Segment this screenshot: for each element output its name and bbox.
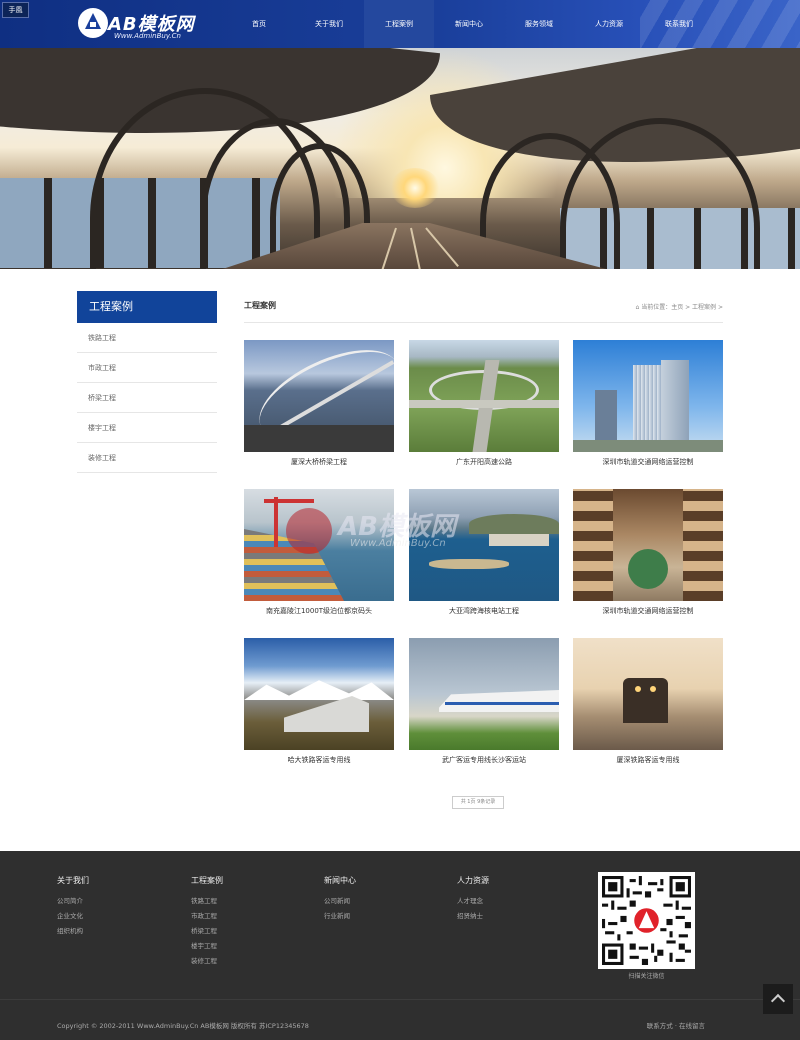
case-title[interactable]: 深圳市轨道交通网络运营控制 <box>573 457 723 467</box>
content-title: 工程案例 <box>244 301 276 310</box>
footer-link[interactable]: 桥梁工程 <box>191 924 223 939</box>
qr-caption: 扫描关注微信 <box>628 973 665 980</box>
case-card[interactable]: 厦深铁路客运专用线 <box>573 638 723 772</box>
footer-link[interactable]: 人才理念 <box>457 894 489 909</box>
back-to-top-button[interactable] <box>763 984 793 1014</box>
case-image-train-fog[interactable] <box>573 638 723 750</box>
case-image-coastal-plant[interactable] <box>409 489 559 601</box>
case-image-bridge[interactable] <box>244 340 394 452</box>
site-footer: 关于我们 公司简介 企业文化 组织机构 工程案例 铁路工程 市政工程 桥梁工程 … <box>0 851 800 1040</box>
footer-col-title: 新闻中心 <box>324 876 356 885</box>
footer-link[interactable]: 楼宇工程 <box>191 939 223 954</box>
case-card[interactable]: 武广客运专用线长沙客运站 <box>409 638 559 772</box>
case-title[interactable]: 深圳市轨道交通网络运营控制 <box>573 606 723 616</box>
sidebar-item-building[interactable]: 楼宇工程 <box>77 413 217 443</box>
hero-banner-image <box>0 48 800 269</box>
case-card[interactable]: 哈大铁路客运专用线 <box>244 638 394 772</box>
footer-link[interactable]: 公司新闻 <box>324 894 356 909</box>
case-card[interactable]: 南充嘉陵江1000T级泊位都京码头 <box>244 489 394 623</box>
footer-link[interactable]: 装修工程 <box>191 954 223 969</box>
content-divider <box>244 322 723 323</box>
qr-code-icon <box>602 876 691 965</box>
sidebar-category-list: 铁路工程 市政工程 桥梁工程 楼宇工程 装修工程 <box>77 323 217 473</box>
case-title[interactable]: 厦深大桥桥梁工程 <box>244 457 394 467</box>
breadcrumb-text[interactable]: 当前位置：主页 > 工程案例 > <box>641 304 723 311</box>
case-card[interactable]: 广东开阳高速公路 <box>409 340 559 474</box>
footer-divider <box>0 999 800 1000</box>
case-image-train-mountain[interactable] <box>244 638 394 750</box>
footer-link[interactable]: 企业文化 <box>57 909 89 924</box>
case-title[interactable]: 南充嘉陵江1000T级泊位都京码头 <box>244 606 394 616</box>
footer-col-about: 关于我们 公司简介 企业文化 组织机构 <box>57 875 89 939</box>
pagination-info[interactable]: 共 1页 9条记录 <box>452 796 504 809</box>
case-image-high-speed-train[interactable] <box>409 638 559 750</box>
footer-col-title: 关于我们 <box>57 876 89 885</box>
nav-about[interactable]: 关于我们 <box>294 0 364 48</box>
nav-cases[interactable]: 工程案例 <box>364 0 434 48</box>
sidebar-item-decoration[interactable]: 装修工程 <box>77 443 217 473</box>
case-title[interactable]: 哈大铁路客运专用线 <box>244 755 394 765</box>
case-image-interior[interactable] <box>573 489 723 601</box>
mobile-menu-button[interactable]: 手風 <box>2 2 29 18</box>
footer-col-news: 新闻中心 公司新闻 行业新闻 <box>324 875 356 924</box>
footer-contact-links[interactable]: 联系方式 · 在线留言 <box>647 1020 705 1030</box>
footer-col-title: 人力资源 <box>457 876 489 885</box>
footer-col-hr: 人力资源 人才理念 招贤纳士 <box>457 875 489 924</box>
nav-news[interactable]: 新闻中心 <box>434 0 504 48</box>
sidebar-title: 工程案例 <box>77 291 217 323</box>
footer-col-cases: 工程案例 铁路工程 市政工程 桥梁工程 楼宇工程 装修工程 <box>191 875 223 969</box>
footer-link[interactable]: 组织机构 <box>57 924 89 939</box>
case-card[interactable]: 深圳市轨道交通网络运营控制 <box>573 489 723 623</box>
breadcrumb[interactable]: ⌂ 当前位置：主页 > 工程案例 > <box>636 302 724 311</box>
sidebar-item-municipal[interactable]: 市政工程 <box>77 353 217 383</box>
nav-services[interactable]: 服务领域 <box>504 0 574 48</box>
nav-contact[interactable]: 联系我们 <box>644 0 714 48</box>
case-title[interactable]: 武广客运专用线长沙客运站 <box>409 755 559 765</box>
nav-hr[interactable]: 人力资源 <box>574 0 644 48</box>
footer-col-title: 工程案例 <box>191 876 223 885</box>
site-header: 手風 AB模板网 Www.AdminBuy.Cn 首页 关于我们 工程案例 新闻… <box>0 0 800 48</box>
wechat-qr-code <box>598 872 695 969</box>
case-card[interactable]: 大亚湾跨海核电站工程 <box>409 489 559 623</box>
footer-link[interactable]: 铁路工程 <box>191 894 223 909</box>
sidebar-item-bridge[interactable]: 桥梁工程 <box>77 383 217 413</box>
footer-link[interactable]: 招贤纳士 <box>457 909 489 924</box>
case-image-highway[interactable] <box>409 340 559 452</box>
site-logo[interactable]: AB模板网 Www.AdminBuy.Cn <box>78 8 208 42</box>
case-card[interactable]: 厦深大桥桥梁工程 <box>244 340 394 474</box>
case-title[interactable]: 广东开阳高速公路 <box>409 457 559 467</box>
main-nav: 首页 关于我们 工程案例 新闻中心 服务领域 人力资源 联系我们 <box>224 0 714 48</box>
sidebar-item-railway[interactable]: 铁路工程 <box>77 323 217 353</box>
case-card[interactable]: 深圳市轨道交通网络运营控制 <box>573 340 723 474</box>
footer-link[interactable]: 市政工程 <box>191 909 223 924</box>
case-title[interactable]: 大亚湾跨海核电站工程 <box>409 606 559 616</box>
case-title[interactable]: 厦深铁路客运专用线 <box>573 755 723 765</box>
logo-icon <box>78 8 108 38</box>
nav-home[interactable]: 首页 <box>224 0 294 48</box>
case-image-towers[interactable] <box>573 340 723 452</box>
logo-url: Www.AdminBuy.Cn <box>114 32 181 40</box>
case-image-port[interactable] <box>244 489 394 601</box>
footer-link[interactable]: 公司简介 <box>57 894 89 909</box>
copyright-text: Copyright © 2002-2011 Www.AdminBuy.Cn AB… <box>57 1022 309 1030</box>
footer-link[interactable]: 行业新闻 <box>324 909 356 924</box>
